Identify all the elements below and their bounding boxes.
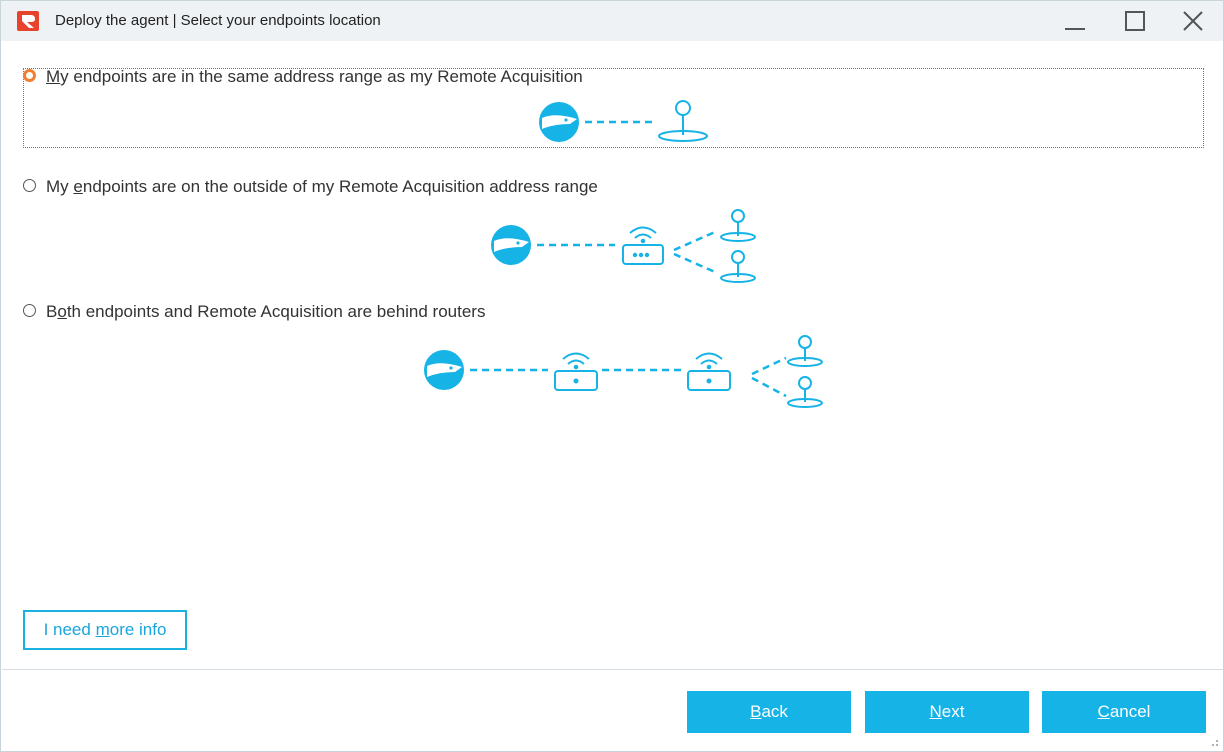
diagram-agent-router-endpoints (491, 209, 756, 283)
next-button[interactable]: Next (865, 691, 1029, 733)
option-label-outside-range[interactable]: My endpoints are on the outside of my Re… (46, 177, 598, 197)
agent-icon (491, 225, 531, 265)
cancel-button[interactable]: Cancel (1042, 691, 1206, 733)
diagram-agent-router-router-endpoints (424, 335, 823, 408)
radio-behind-routers[interactable] (23, 304, 36, 317)
maximize-icon (1125, 11, 1145, 31)
option-label-same-range[interactable]: My endpoints are in the same address ran… (46, 67, 583, 87)
router-icon (687, 352, 731, 391)
endpoint-pin-icon (720, 250, 756, 283)
close-button[interactable] (1173, 7, 1213, 35)
endpoint-pin-icon (658, 100, 708, 142)
endpoint-pin-icon (787, 376, 823, 408)
dialog-window: Deploy the agent | Select your endpoints… (0, 0, 1224, 752)
option-label-behind-routers[interactable]: Both endpoints and Remote Acquisition ar… (46, 302, 485, 322)
agent-icon (539, 102, 579, 142)
minimize-icon (1065, 28, 1085, 30)
maximize-button[interactable] (1115, 7, 1155, 35)
router-icon (554, 352, 598, 391)
title-bar: Deploy the agent | Select your endpoints… (1, 1, 1223, 41)
radio-same-range[interactable] (23, 69, 36, 82)
footer-separator (2, 669, 1223, 670)
more-info-button[interactable]: I need more info (23, 610, 187, 650)
close-icon (1183, 11, 1203, 31)
agent-icon (424, 350, 464, 390)
window-title: Deploy the agent | Select your endpoints… (55, 12, 381, 29)
endpoint-pin-icon (720, 209, 756, 242)
minimize-button[interactable] (1055, 7, 1095, 35)
router-icon (622, 226, 664, 265)
diagram-agent-to-endpoint (539, 100, 708, 142)
back-button[interactable]: Back (687, 691, 851, 733)
app-logo-icon (17, 11, 39, 31)
resize-grip-icon[interactable] (1209, 737, 1219, 747)
radio-outside-range[interactable] (23, 179, 36, 192)
endpoint-pin-icon (787, 335, 823, 367)
